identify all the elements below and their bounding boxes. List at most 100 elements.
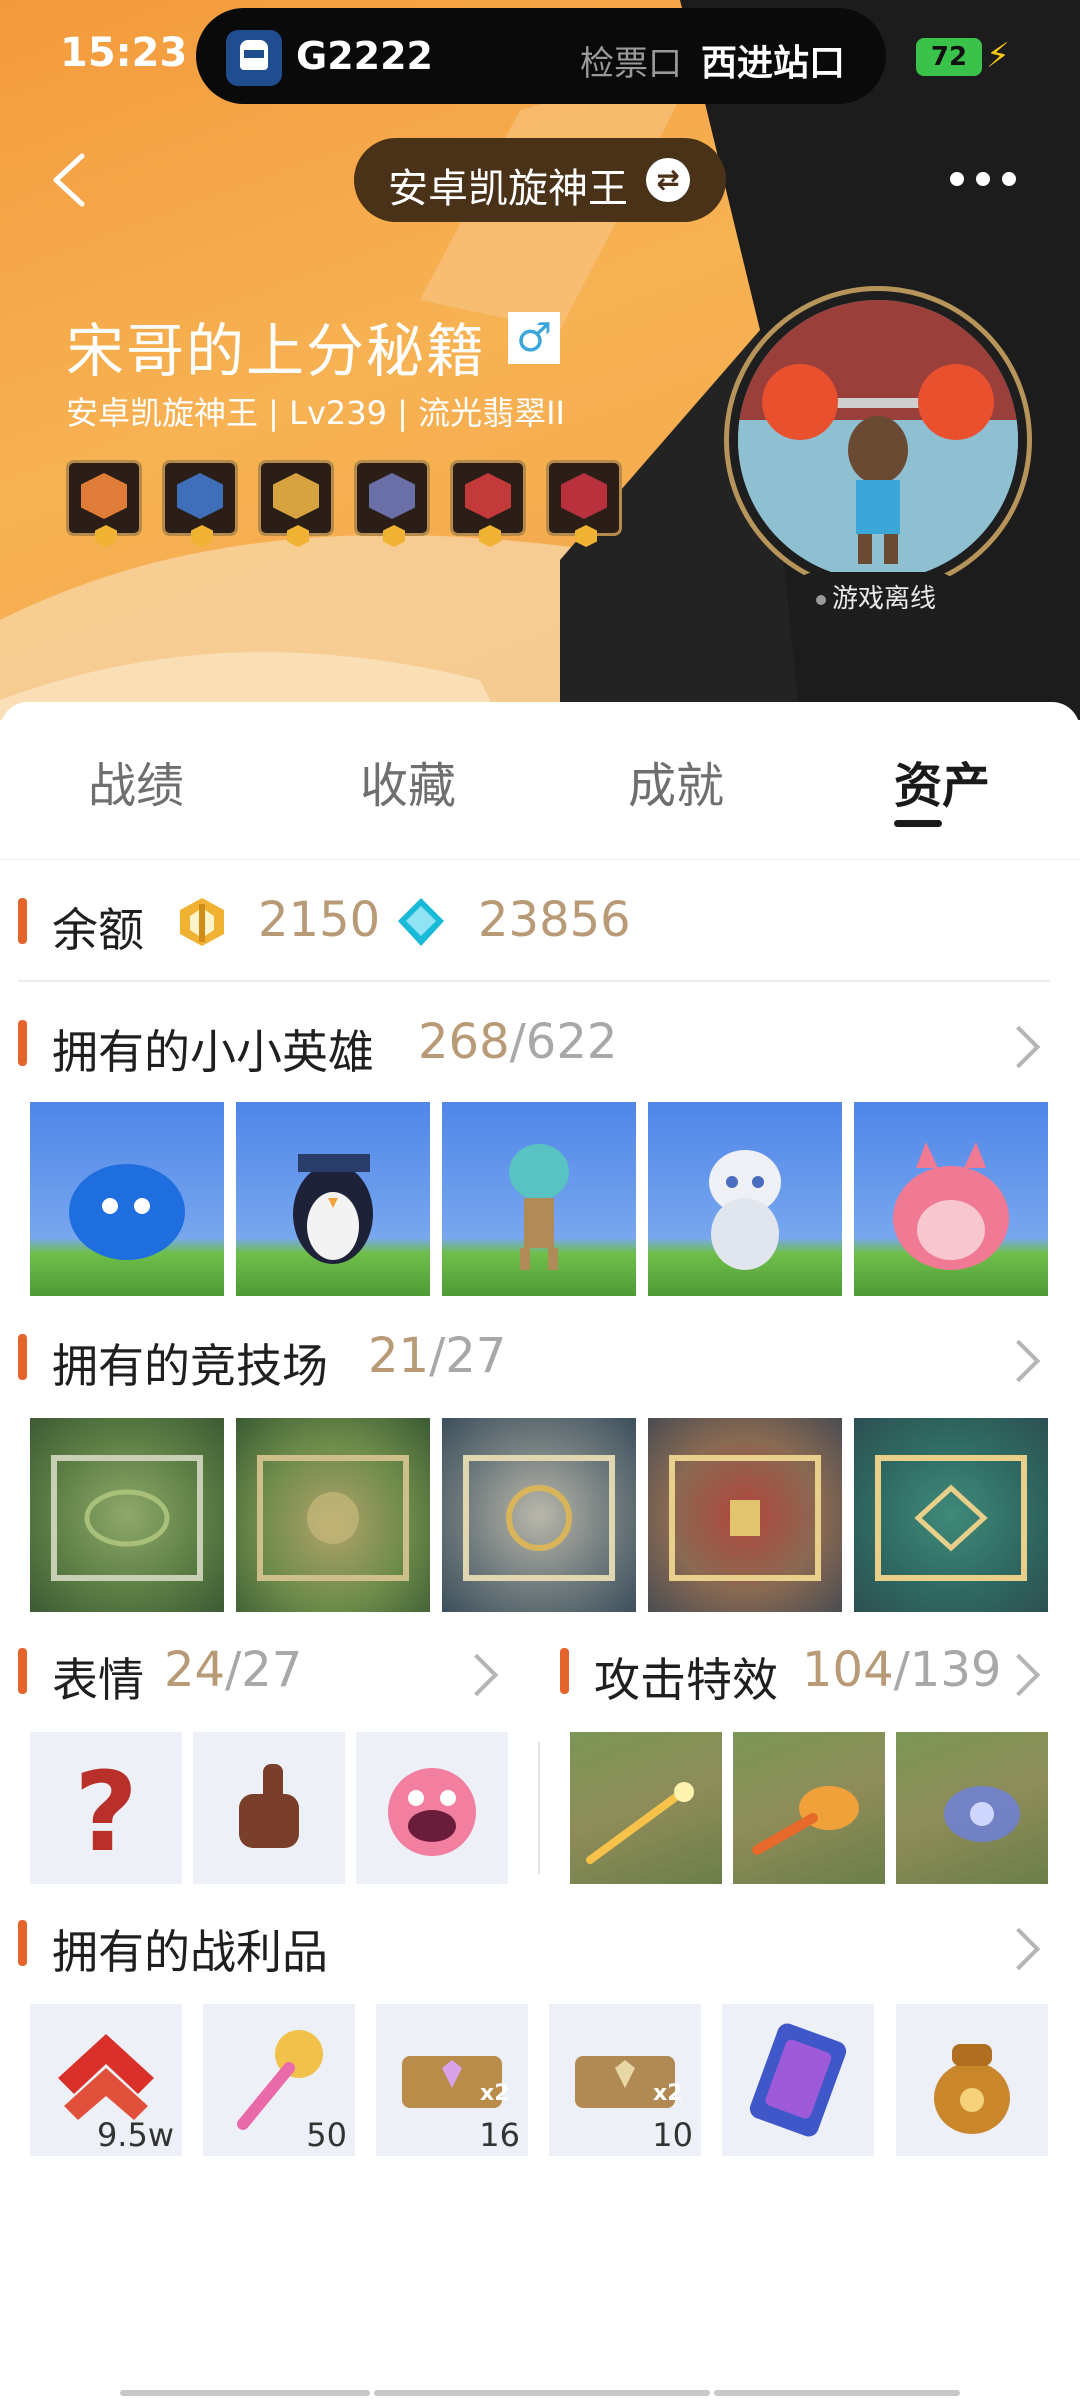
online-status-text: 游戏离线: [831, 584, 936, 614]
home-indicator: [714, 2390, 960, 2396]
attack-effect-tile[interactable]: [733, 1732, 885, 1884]
section-accent: [560, 1648, 569, 1694]
station-name: 西进站口: [701, 43, 846, 84]
little-legends-count: 268/622: [418, 1014, 618, 1070]
gem-balance: 23856: [478, 892, 631, 948]
section-accent: [18, 1020, 27, 1066]
svg-text:x2: x2: [480, 2081, 510, 2106]
chevron-right-icon[interactable]: [997, 1927, 1041, 1971]
arenas-count: 21/27: [368, 1328, 507, 1384]
attack-effects-count: 104/139: [802, 1642, 1002, 1698]
tab-collection[interactable]: 收藏: [360, 746, 456, 816]
loot-tile[interactable]: x2 16: [376, 2004, 528, 2156]
arena-tile[interactable]: [442, 1418, 636, 1612]
little-legend-tile[interactable]: [30, 1102, 224, 1296]
little-legend-tile[interactable]: [442, 1102, 636, 1296]
more-options-icon[interactable]: [948, 164, 1018, 194]
charging-icon: ⚡: [986, 36, 1010, 76]
status-bar: 15:23 G2222 检票口 西进站口 72 ⚡: [0, 0, 1080, 110]
loot-tile[interactable]: 50: [203, 2004, 355, 2156]
loot-tile[interactable]: [722, 2004, 874, 2156]
medal-icon[interactable]: [354, 460, 430, 547]
arena-image: [51, 1455, 203, 1581]
male-gender-icon: ♂: [508, 312, 560, 364]
attack-effect-image: [586, 1782, 694, 1864]
emote-tile[interactable]: [193, 1732, 345, 1884]
attack-effect-tile[interactable]: [896, 1732, 1048, 1884]
tab-records[interactable]: 战绩: [88, 746, 184, 816]
profile-header: 15:23 G2222 检票口 西进站口 72 ⚡ 安卓凯旋神王 ⇄ 宋哥的上分…: [0, 0, 1080, 720]
medal-icon[interactable]: [258, 460, 334, 547]
medal-icon[interactable]: [162, 460, 238, 547]
section-title: 拥有的竞技场: [52, 1339, 328, 1393]
little-legend-image: [709, 1150, 781, 1270]
chevron-right-icon[interactable]: [997, 1653, 1041, 1697]
emote-tile[interactable]: ?: [30, 1732, 182, 1884]
home-indicator: [120, 2390, 370, 2396]
arena-tile[interactable]: [648, 1418, 842, 1612]
arena-image: [463, 1455, 615, 1581]
metro-icon: [226, 30, 282, 86]
section-accent: [18, 1920, 27, 1966]
loot-count: 10: [652, 2116, 693, 2154]
avatar[interactable]: [738, 300, 1018, 580]
arena-tile[interactable]: [236, 1418, 430, 1612]
battery-indicator: 72: [916, 38, 982, 76]
chevron-right-icon[interactable]: [997, 1025, 1041, 1069]
emotes-count: 24/27: [164, 1642, 303, 1698]
arena-image: [669, 1455, 821, 1581]
arena-tile[interactable]: [30, 1418, 224, 1612]
section-title: 拥有的战利品: [52, 1925, 328, 1979]
little-legend-tile[interactable]: [854, 1102, 1048, 1296]
section-title: 拥有的小小英雄: [52, 1025, 374, 1079]
content-panel: 战绩 收藏 成就 资产 余额 2150 23856 拥有的小小英雄 268/62…: [0, 702, 1080, 2400]
question-mark-emote-icon: ?: [74, 1748, 138, 1876]
svg-text:x2: x2: [653, 2081, 683, 2106]
loot-tile[interactable]: x2 10: [549, 2004, 701, 2156]
section-title: 攻击特效: [594, 1653, 778, 1707]
loot-count: 9.5w: [96, 2116, 174, 2154]
chevron-right-icon[interactable]: [997, 1339, 1041, 1383]
medal-icon[interactable]: [66, 460, 142, 547]
thumbs-up-emote-icon: [239, 1764, 299, 1848]
attack-effect-tile[interactable]: [570, 1732, 722, 1884]
clock: 15:23: [60, 30, 188, 76]
gem-icon: [398, 898, 444, 946]
server-switch-button[interactable]: 安卓凯旋神王 ⇄: [354, 138, 726, 222]
medal-icon[interactable]: [450, 460, 526, 547]
little-legend-image: [509, 1144, 569, 1270]
player-nickname: 宋哥的上分秘籍: [66, 317, 487, 385]
attack-effect-image: [752, 1786, 859, 1855]
tab-bar: 战绩 收藏 成就 资产: [0, 702, 1080, 860]
emote-tile[interactable]: [356, 1732, 508, 1884]
loot-tile[interactable]: 9.5w: [30, 2004, 182, 2156]
avatar-image: [738, 300, 1018, 580]
medal-icon[interactable]: [546, 460, 622, 547]
tab-achievements[interactable]: 成就: [628, 746, 724, 816]
svg-text:?: ?: [74, 1748, 138, 1876]
monster-emote-icon: [388, 1768, 476, 1856]
divider: [18, 980, 1050, 982]
section-accent: [18, 1334, 27, 1380]
card-pack-icon: [749, 2023, 847, 2137]
divider: [538, 1742, 540, 1874]
train-ticket-island[interactable]: G2222 检票口 西进站口: [196, 8, 886, 104]
little-legend-tile[interactable]: [648, 1102, 842, 1296]
server-name: 安卓凯旋神王: [388, 166, 628, 212]
active-tab-indicator: [894, 820, 942, 827]
gold-bag-icon: [934, 2044, 1010, 2134]
attack-effect-image: [944, 1786, 1020, 1842]
little-legend-tile[interactable]: [236, 1102, 430, 1296]
section-title: 表情: [52, 1653, 144, 1707]
tab-assets[interactable]: 资产: [894, 746, 990, 816]
chevron-right-icon[interactable]: [455, 1653, 499, 1697]
back-arrow-icon[interactable]: [44, 150, 104, 210]
little-legend-image: [893, 1142, 1009, 1270]
loot-tile[interactable]: [896, 2004, 1048, 2156]
gate-label: 检票口: [580, 44, 682, 84]
player-subinfo: 安卓凯旋神王 | Lv239 | 流光翡翠II: [66, 394, 565, 432]
status-dot-icon: [815, 594, 826, 605]
home-indicator: [374, 2390, 710, 2396]
gold-balance: 2150: [258, 892, 381, 948]
arena-tile[interactable]: [854, 1418, 1048, 1612]
